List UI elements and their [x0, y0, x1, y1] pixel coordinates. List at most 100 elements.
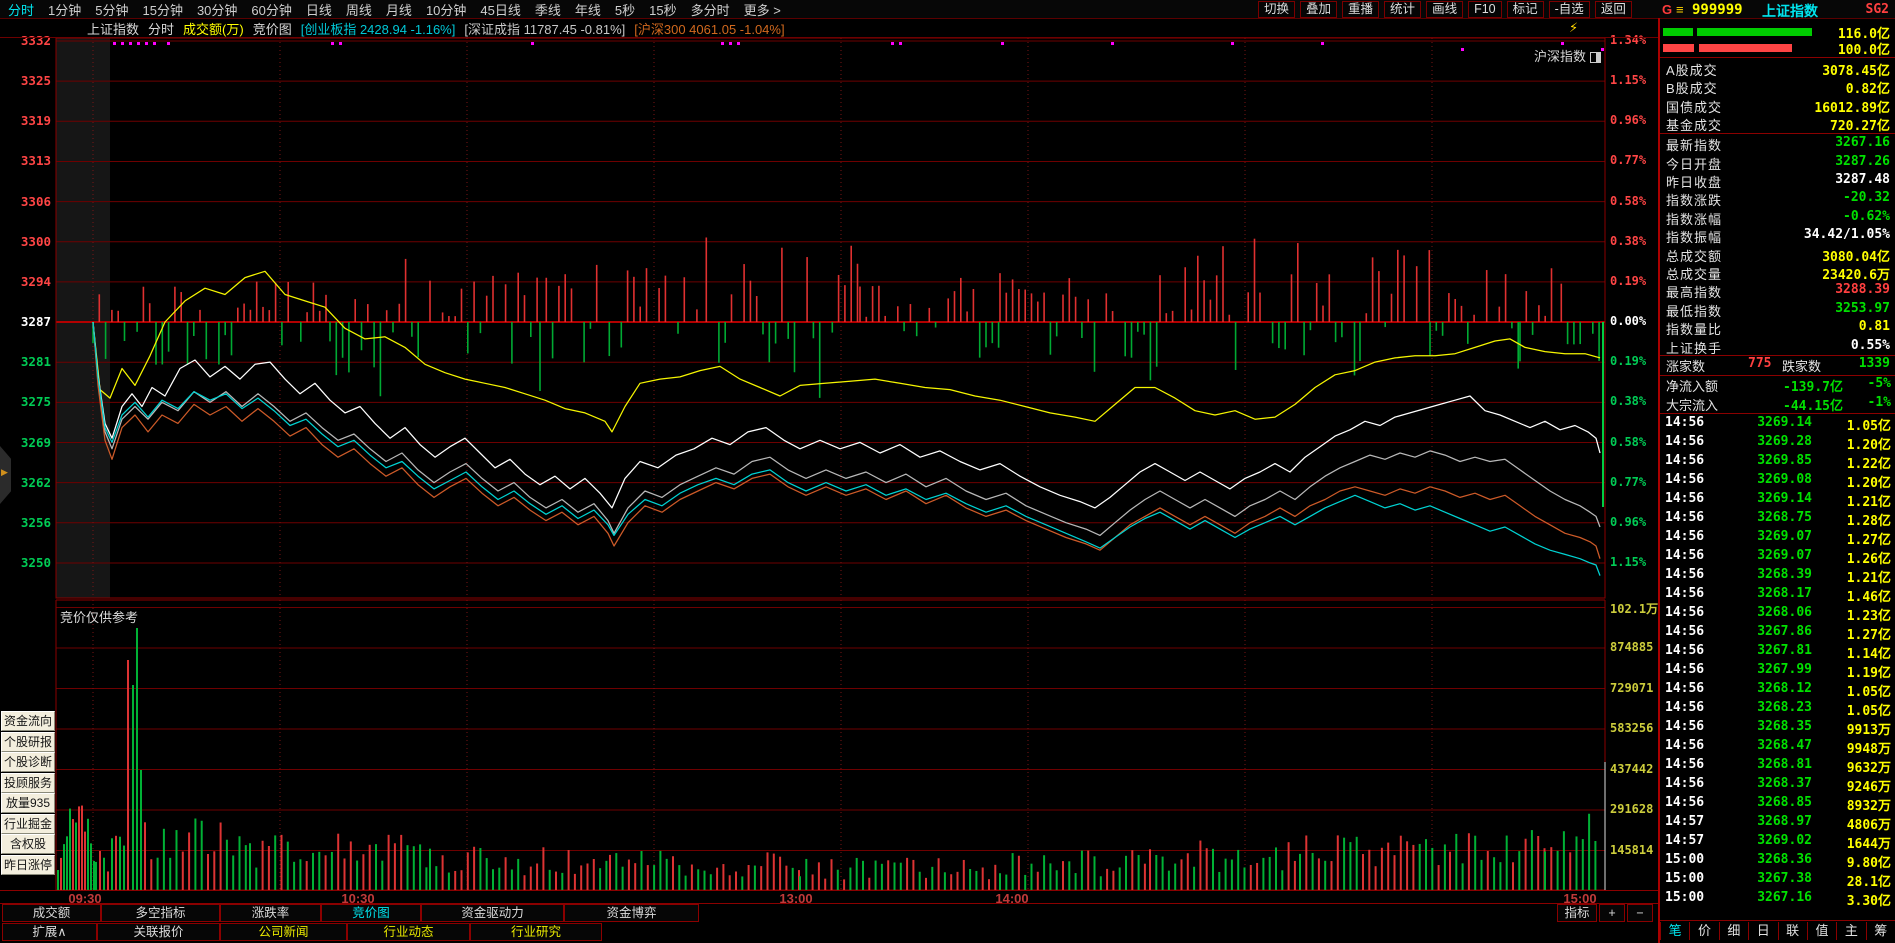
sidebar-button-个股诊断[interactable]: 个股诊断 — [1, 752, 55, 772]
tick-row[interactable]: 14:56 3268.85 8932万 — [1660, 795, 1895, 814]
tick-row[interactable]: 15:00 3267.16 3.30亿 — [1660, 890, 1895, 909]
sidebar-button-投顾服务[interactable]: 投顾服务 — [1, 772, 55, 793]
tick-row[interactable]: 14:56 3268.47 9948万 — [1660, 738, 1895, 757]
tick-time: 14:56 — [1665, 643, 1705, 659]
sidebar-button-放量935[interactable]: 放量935 — [1, 793, 55, 813]
tick-time: 14:56 — [1665, 491, 1705, 507]
tick-time: 14:56 — [1665, 757, 1705, 773]
stat-label: 指数振幅 — [1666, 230, 1723, 246]
panel-tab-笔[interactable]: 笔 — [1660, 922, 1689, 940]
tick-price: 3268.97 — [1757, 814, 1812, 830]
updown-row: 涨家数 775 跌家数 1339 — [1660, 356, 1895, 374]
tick-volume: 1.26亿 — [1846, 552, 1891, 568]
sidebar-button-行业掘金[interactable]: 行业掘金 — [1, 813, 55, 834]
tick-row[interactable]: 14:56 3267.81 1.14亿 — [1660, 643, 1895, 662]
tick-row[interactable]: 14:56 3268.06 1.23亿 — [1660, 605, 1895, 624]
bottom-tab-涨跌率[interactable]: 涨跌率 — [220, 904, 321, 922]
stat-value: -20.32 — [1843, 190, 1890, 206]
tick-volume: 4806万 — [1846, 818, 1891, 834]
bottom-tab-资金驱动力[interactable]: 资金驱动力 — [421, 904, 564, 922]
stat-label: 昨日收盘 — [1666, 174, 1723, 190]
panel-tab-日[interactable]: 日 — [1748, 922, 1777, 940]
tick-row[interactable]: 14:56 3268.39 1.21亿 — [1660, 567, 1895, 586]
tick-row[interactable]: 15:00 3268.36 9.80亿 — [1660, 852, 1895, 871]
panel-tab-细[interactable]: 细 — [1718, 922, 1748, 940]
bottom-tab-公司新闻[interactable]: 公司新闻 — [220, 923, 347, 941]
tick-row[interactable]: 14:56 3268.23 1.05亿 — [1660, 700, 1895, 719]
tick-time: 14:56 — [1665, 548, 1705, 564]
bottom-tab-多空指标[interactable]: 多空指标 — [101, 904, 220, 922]
panel-tab-主[interactable]: 主 — [1836, 922, 1865, 940]
tick-volume: 1.21亿 — [1846, 571, 1891, 587]
bottom-tab-行业动态[interactable]: 行业动态 — [347, 923, 470, 941]
tabs-top-border — [0, 903, 1658, 904]
strength-bar-buy-1 — [1697, 28, 1812, 36]
sidebar-button-含权股[interactable]: 含权股 — [1, 834, 55, 854]
tick-row[interactable]: 14:56 3268.17 1.46亿 — [1660, 586, 1895, 605]
tick-row[interactable]: 14:56 3269.08 1.20亿 — [1660, 472, 1895, 491]
tick-price: 3269.08 — [1757, 472, 1812, 488]
tick-row[interactable]: 14:56 3269.07 1.27亿 — [1660, 529, 1895, 548]
tick-price: 3268.37 — [1757, 776, 1812, 792]
panel-tab-筹[interactable]: 筹 — [1865, 922, 1895, 940]
bottom-tab-扩展∧[interactable]: 扩展∧ — [2, 923, 97, 941]
stat-value: 3267.16 — [1835, 135, 1890, 151]
tick-row[interactable]: 14:56 3268.37 9246万 — [1660, 776, 1895, 795]
stat-label: 总成交量 — [1666, 266, 1723, 282]
tick-time: 14:56 — [1665, 795, 1705, 811]
tick-volume: 1.28亿 — [1846, 514, 1891, 530]
price-tick-3332: 3332 — [20, 33, 51, 48]
price-tick-3300: 3300 — [20, 233, 51, 249]
stat-label: 基金成交 — [1666, 118, 1723, 134]
panel-tab-联[interactable]: 联 — [1777, 922, 1807, 940]
bottom-tab-关联报价[interactable]: 关联报价 — [97, 923, 220, 941]
pct-tick-3: 0.77% — [1610, 153, 1647, 168]
sidebar-button-资金流向[interactable]: 资金流向 — [1, 711, 55, 731]
stat-label: 指数涨幅 — [1666, 211, 1723, 227]
tick-row[interactable]: 14:56 3268.75 1.28亿 — [1660, 510, 1895, 529]
sidebar-button-个股研报[interactable]: 个股研报 — [1, 731, 55, 752]
zoom-out-button[interactable]: − — [1627, 904, 1653, 922]
price-tick-3287: 3287 — [20, 314, 51, 330]
tick-row[interactable]: 14:56 3268.12 1.05亿 — [1660, 681, 1895, 700]
panel-tab-价[interactable]: 价 — [1689, 922, 1718, 940]
tick-row[interactable]: 14:56 3269.85 1.22亿 — [1660, 453, 1895, 472]
bottom-tab-竞价图[interactable]: 竞价图 — [321, 904, 421, 922]
tick-row[interactable]: 14:56 3269.07 1.26亿 — [1660, 548, 1895, 567]
tick-row[interactable]: 14:56 3269.28 1.20亿 — [1660, 434, 1895, 453]
tick-time: 14:56 — [1665, 624, 1705, 640]
vol-tick-3: 583256 — [1610, 721, 1654, 735]
tick-volume: 1.20亿 — [1846, 476, 1891, 492]
stat-row-最新指数: 最新指数 3267.16 — [1660, 134, 1895, 153]
zoom-in-button[interactable]: + — [1599, 904, 1625, 922]
tick-row[interactable]: 14:57 3269.02 1644万 — [1660, 833, 1895, 852]
sidebar-button-昨日涨停[interactable]: 昨日涨停 — [1, 854, 55, 875]
bottom-tab-资金博弈[interactable]: 资金博弈 — [564, 904, 699, 922]
tick-volume: 1.05亿 — [1846, 685, 1891, 701]
panel-tab-值[interactable]: 值 — [1806, 922, 1836, 940]
indicator-button[interactable]: 指标 — [1557, 904, 1597, 922]
right-panel: 116.0亿 100.0亿 A股成交 3078.45亿 B股成交 0.82亿 国债成交 160… — [1660, 18, 1895, 943]
tick-volume: 8932万 — [1846, 799, 1891, 815]
tick-row[interactable]: 14:57 3268.97 4806万 — [1660, 814, 1895, 833]
tick-price: 3267.38 — [1757, 871, 1812, 887]
tick-row[interactable]: 15:00 3267.38 28.1亿 — [1660, 871, 1895, 890]
tick-price: 3268.39 — [1757, 567, 1812, 583]
bottom-tab-成交额[interactable]: 成交额 — [2, 904, 101, 922]
tick-row[interactable]: 14:56 3267.86 1.27亿 — [1660, 624, 1895, 643]
tick-row[interactable]: 14:56 3269.14 1.21亿 — [1660, 491, 1895, 510]
bottom-tab-行业研究[interactable]: 行业研究 — [470, 923, 602, 941]
tick-row[interactable]: 14:56 3269.14 1.05亿 — [1660, 415, 1895, 434]
tick-row[interactable]: 14:56 3268.35 9913万 — [1660, 719, 1895, 738]
price-tick-3325: 3325 — [20, 73, 51, 89]
strength-value-sell: 100.0亿 — [1837, 43, 1890, 58]
tick-time: 14:56 — [1665, 681, 1705, 697]
tick-volume: 9913万 — [1846, 723, 1891, 739]
tick-row[interactable]: 14:56 3268.81 9632万 — [1660, 757, 1895, 776]
tick-row[interactable]: 14:56 3267.99 1.19亿 — [1660, 662, 1895, 681]
stat-value: 0.82亿 — [1845, 82, 1890, 98]
expand-arrow-icon: ▶ — [1, 467, 8, 477]
stat-row-昨日收盘: 昨日收盘 3287.48 — [1660, 171, 1895, 190]
tick-time: 14:57 — [1665, 833, 1705, 849]
stat-value: 3253.97 — [1835, 300, 1890, 316]
